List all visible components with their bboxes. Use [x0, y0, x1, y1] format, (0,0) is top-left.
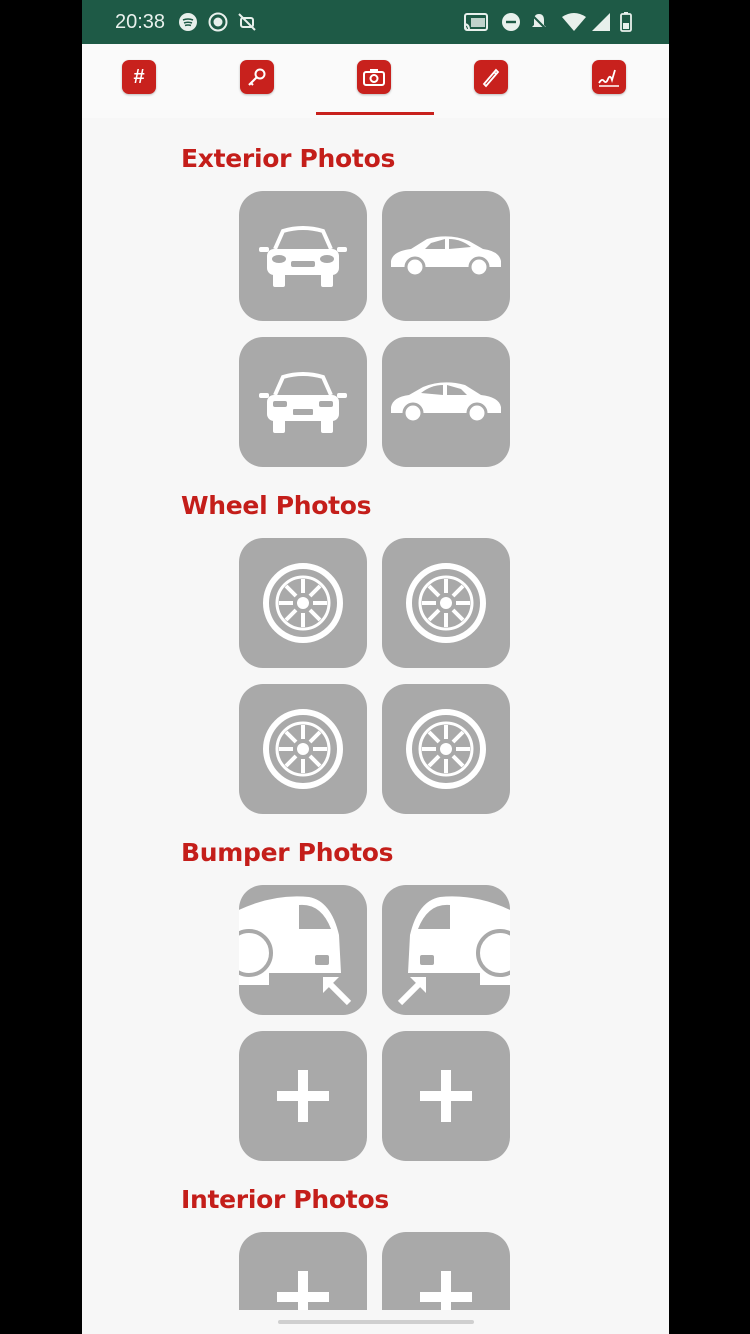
wifi-icon: [562, 13, 586, 31]
bumper-rear-icon: [397, 896, 510, 1006]
bumper-add-photo-button-2[interactable]: [382, 1031, 510, 1161]
tab-bar: #: [82, 44, 669, 118]
exterior-front-photo-button[interactable]: [239, 191, 367, 321]
status-bar: 20:38: [82, 0, 669, 44]
do-not-disturb-icon: [502, 13, 520, 31]
battery-icon: [620, 12, 632, 32]
plus-icon: [277, 1070, 329, 1122]
bumper-rear-photo-button[interactable]: [382, 885, 510, 1015]
cast-icon: [463, 13, 488, 31]
key-icon: [248, 68, 266, 86]
exterior-photos-title: Exterior Photos: [181, 144, 396, 173]
bumper-photos-title: Bumper Photos: [181, 838, 394, 867]
wheel-icon: [406, 563, 486, 643]
wheel-front-left-photo-button[interactable]: [239, 538, 367, 668]
phone-screen: 20:38 # Exterior Photos Wheel Photos Bum…: [82, 0, 669, 1334]
exterior-side-photo-button[interactable]: [382, 191, 510, 321]
wheel-icon: [263, 563, 343, 643]
home-indicator[interactable]: [278, 1320, 474, 1324]
bumper-add-photo-button[interactable]: [239, 1031, 367, 1161]
tab-pen[interactable]: [474, 60, 508, 94]
car-side-icon: [391, 236, 501, 278]
no-alarm-icon: [238, 13, 256, 31]
record-icon: [208, 12, 228, 32]
mute-bell-icon: [530, 13, 548, 31]
camera-icon: [363, 69, 385, 86]
exterior-rear-photo-button[interactable]: [239, 337, 367, 467]
status-time: 20:38: [115, 11, 166, 33]
wheel-front-right-photo-button[interactable]: [382, 538, 510, 668]
plus-icon: [420, 1070, 472, 1122]
bumper-front-photo-button[interactable]: [239, 885, 367, 1015]
wheel-rear-left-photo-button[interactable]: [239, 684, 367, 814]
car-front-icon: [259, 226, 347, 287]
car-rear-icon: [259, 372, 347, 433]
bumper-front-icon: [239, 896, 352, 1006]
signal-icon: [592, 13, 610, 31]
spotify-icon: [179, 13, 197, 31]
active-tab-indicator: [316, 112, 434, 115]
tab-signature[interactable]: [592, 60, 626, 94]
wheel-rear-right-photo-button[interactable]: [382, 684, 510, 814]
pen-icon: [482, 68, 500, 88]
tab-key[interactable]: [240, 60, 274, 94]
wheel-photos-title: Wheel Photos: [181, 491, 372, 520]
interior-photos-title: Interior Photos: [181, 1185, 389, 1214]
tab-camera[interactable]: [357, 60, 391, 94]
car-side-icon: [391, 382, 501, 424]
tab-number[interactable]: #: [122, 60, 156, 94]
hash-icon: #: [133, 65, 145, 88]
signature-icon: [598, 69, 619, 87]
wheel-icon: [406, 709, 486, 789]
exterior-other-side-photo-button[interactable]: [382, 337, 510, 467]
wheel-icon: [263, 709, 343, 789]
